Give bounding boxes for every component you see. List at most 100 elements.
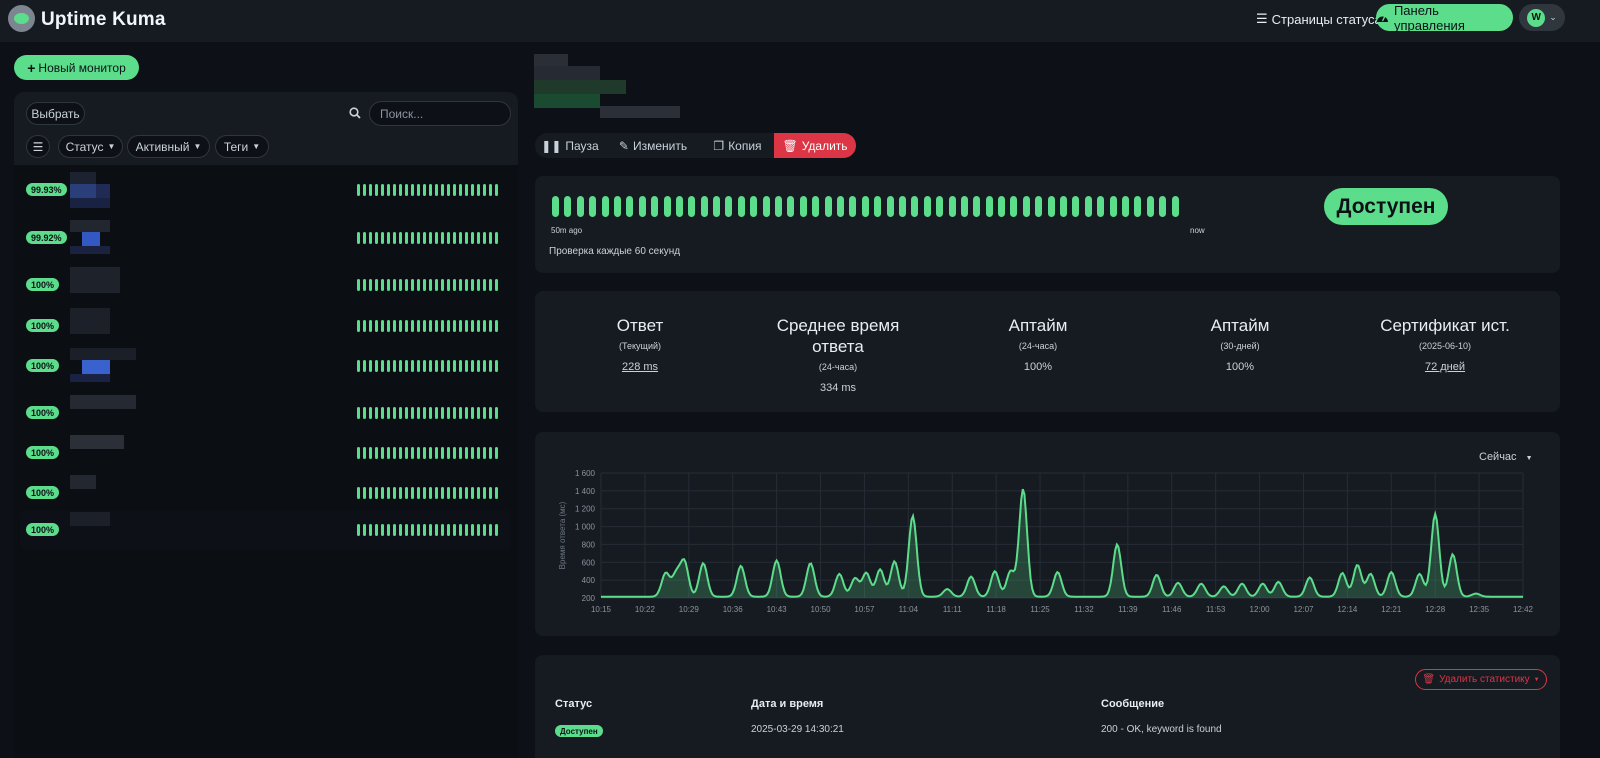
heartbeat-tick[interactable] [387,447,390,459]
heartbeat-tick[interactable] [911,196,919,217]
heartbeat-tick[interactable] [725,196,733,217]
heartbeat-tick[interactable] [495,407,498,419]
heartbeat-tick[interactable] [447,232,450,244]
heartbeat-tick[interactable] [441,407,444,419]
heartbeat-tick[interactable] [489,447,492,459]
heartbeat-tick[interactable] [387,407,390,419]
heartbeat-tick[interactable] [447,279,450,291]
heartbeat-tick[interactable] [495,320,498,332]
heartbeat-tick[interactable] [429,360,432,372]
heartbeat-tick[interactable] [626,196,634,217]
heartbeat-tick[interactable] [471,487,474,499]
heartbeat-tick[interactable] [357,524,360,536]
heartbeat-tick[interactable] [589,196,597,217]
heartbeat-tick[interactable] [405,487,408,499]
heartbeat-tick[interactable] [375,487,378,499]
heartbeat-tick[interactable] [381,360,384,372]
heartbeat-tick[interactable] [429,524,432,536]
heartbeat-tick[interactable] [387,524,390,536]
heartbeat-tick[interactable] [495,279,498,291]
heartbeat-tick[interactable] [465,524,468,536]
heartbeat-tick[interactable] [411,487,414,499]
heartbeat-tick[interactable] [471,524,474,536]
heartbeat-tick[interactable] [1084,196,1092,217]
heartbeat-tick[interactable] [688,196,696,217]
heartbeat-tick[interactable] [447,524,450,536]
heartbeat-tick[interactable] [411,232,414,244]
heartbeat-tick[interactable] [465,407,468,419]
heartbeat-tick[interactable] [447,447,450,459]
heartbeat-tick[interactable] [489,487,492,499]
heartbeat-tick[interactable] [453,320,456,332]
heartbeat-tick[interactable] [411,447,414,459]
heartbeat-tick[interactable] [369,232,372,244]
delete-button[interactable]: 🗑 Удалить [774,133,856,158]
heartbeat-tick[interactable] [363,279,366,291]
heartbeat-tick[interactable] [381,279,384,291]
heartbeat-tick[interactable] [874,196,882,217]
search-input[interactable] [369,101,511,126]
heartbeat-tick[interactable] [489,360,492,372]
heartbeat-tick[interactable] [393,232,396,244]
heartbeat-tick[interactable] [471,184,474,196]
heartbeat-tick[interactable] [381,232,384,244]
heartbeat-tick[interactable] [423,279,426,291]
heartbeat-tick[interactable] [613,196,621,217]
heartbeat-tick[interactable] [1010,196,1018,217]
heartbeat-tick[interactable] [960,196,968,217]
heartbeat-tick[interactable] [357,487,360,499]
heartbeat-tick[interactable] [948,196,956,217]
heartbeat-tick[interactable] [369,487,372,499]
heartbeat-tick[interactable] [459,487,462,499]
heartbeat-tick[interactable] [405,407,408,419]
heartbeat-tick[interactable] [417,407,420,419]
heartbeat-tick[interactable] [799,196,807,217]
heartbeat-tick[interactable] [387,320,390,332]
heartbeat-tick[interactable] [399,447,402,459]
heartbeat-tick[interactable] [387,279,390,291]
heartbeat-tick[interactable] [411,320,414,332]
heartbeat-tick[interactable] [1134,196,1142,217]
heartbeat-tick[interactable] [700,196,708,217]
heartbeat-tick[interactable] [737,196,745,217]
heartbeat-tick[interactable] [1171,196,1179,217]
heartbeat-tick[interactable] [1159,196,1167,217]
heartbeat-tick[interactable] [429,184,432,196]
heartbeat-tick[interactable] [441,447,444,459]
heartbeat-tick[interactable] [369,524,372,536]
heartbeat-tick[interactable] [405,320,408,332]
heartbeat-tick[interactable] [483,232,486,244]
heartbeat-tick[interactable] [435,232,438,244]
heartbeat-tick[interactable] [435,447,438,459]
heartbeat-tick[interactable] [399,360,402,372]
heartbeat-tick[interactable] [435,487,438,499]
heartbeat-tick[interactable] [375,524,378,536]
heartbeat-tick[interactable] [411,360,414,372]
heartbeat-tick[interactable] [399,279,402,291]
heartbeat-tick[interactable] [387,487,390,499]
heartbeat-tick[interactable] [447,487,450,499]
heartbeat-tick[interactable] [453,524,456,536]
heartbeat-tick[interactable] [459,524,462,536]
heartbeat-tick[interactable] [393,407,396,419]
heartbeat-tick[interactable] [447,407,450,419]
heartbeat-tick[interactable] [1121,196,1129,217]
heartbeat-tick[interactable] [471,407,474,419]
heartbeat-tick[interactable] [453,279,456,291]
heartbeat-tick[interactable] [393,360,396,372]
heartbeat-tick[interactable] [483,407,486,419]
heartbeat-tick[interactable] [453,184,456,196]
heartbeat-tick[interactable] [375,320,378,332]
heartbeat-tick[interactable] [429,407,432,419]
heartbeat-tick[interactable] [435,360,438,372]
heartbeat-tick[interactable] [417,320,420,332]
select-button[interactable]: Выбрать [26,102,85,125]
heartbeat-tick[interactable] [898,196,906,217]
heartbeat-tick[interactable] [477,232,480,244]
heartbeat-tick[interactable] [363,407,366,419]
heartbeat-tick[interactable] [429,447,432,459]
heartbeat-tick[interactable] [399,524,402,536]
heartbeat-tick[interactable] [477,447,480,459]
heartbeat-tick[interactable] [477,487,480,499]
heartbeat-tick[interactable] [985,196,993,217]
